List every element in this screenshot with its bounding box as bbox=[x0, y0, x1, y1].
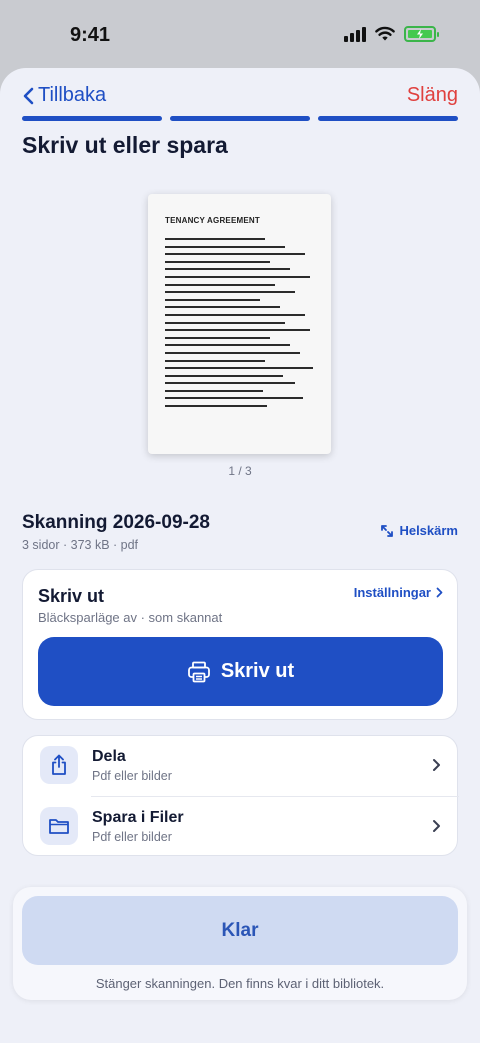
chevron-left-icon bbox=[23, 87, 34, 104]
progress-step bbox=[22, 116, 162, 121]
print-button-label: Skriv ut bbox=[220, 660, 295, 682]
status-icons bbox=[344, 26, 439, 42]
fullscreen-button[interactable]: Helskärm bbox=[380, 523, 458, 538]
step-progress bbox=[22, 116, 458, 121]
print-or-save-sheet: Tillbaka Släng Skriv ut eller spara TENA… bbox=[0, 68, 480, 1043]
nav-bar: Tillbaka Släng bbox=[0, 78, 480, 118]
list-item-share[interactable]: Dela Pdf eller bilder bbox=[23, 736, 459, 796]
print-card: Skriv ut Bläcksparläge av · som skannat … bbox=[22, 569, 458, 720]
charging-bolt-icon bbox=[417, 29, 423, 39]
status-time: 9:41 bbox=[70, 24, 111, 46]
share-save-list: Dela Pdf eller bilder Spara i Filer Pdf … bbox=[22, 735, 459, 856]
discard-button[interactable]: Släng bbox=[407, 84, 458, 107]
page-counter: 1 / 3 bbox=[228, 464, 252, 478]
fullscreen-label: Helskärm bbox=[399, 523, 458, 538]
share-sublabel: Pdf eller bilder bbox=[92, 769, 172, 783]
print-card-subtitle: Bläcksparläge av · som skannat bbox=[38, 610, 223, 625]
share-label: Dela bbox=[92, 748, 126, 765]
done-button[interactable]: Klar bbox=[22, 896, 458, 965]
progress-step bbox=[170, 116, 310, 121]
wifi-icon bbox=[375, 26, 395, 41]
preview-text-lines bbox=[165, 238, 315, 413]
print-button[interactable]: Skriv ut bbox=[38, 637, 443, 706]
folder-icon bbox=[49, 819, 69, 834]
done-hint: Stänger skanningen. Den finns kvar i dit… bbox=[95, 976, 385, 991]
share-icon bbox=[52, 754, 66, 775]
save-to-files-label: Spara i Filer bbox=[92, 809, 184, 826]
share-icon-box bbox=[40, 746, 78, 784]
save-to-files-sublabel: Pdf eller bilder bbox=[92, 830, 172, 844]
status-bar: 9:41 bbox=[0, 0, 480, 70]
print-card-title: Skriv ut bbox=[38, 586, 105, 606]
list-item-save-to-files[interactable]: Spara i Filer Pdf eller bilder bbox=[40, 796, 459, 856]
page-title: Skriv ut eller spara bbox=[22, 132, 228, 158]
battery-icon bbox=[404, 26, 439, 42]
print-settings-button[interactable]: Inställningar bbox=[354, 585, 443, 600]
expand-icon bbox=[381, 524, 394, 537]
cellular-signal-icon bbox=[344, 26, 366, 42]
back-label: Tillbaka bbox=[38, 84, 107, 106]
print-settings-label: Inställningar bbox=[353, 585, 431, 600]
printer-icon bbox=[187, 661, 210, 682]
back-button[interactable]: Tillbaka bbox=[22, 84, 106, 107]
chevron-right-icon bbox=[433, 820, 440, 832]
bottom-panel: Klar Stänger skanningen. Den finns kvar … bbox=[13, 887, 467, 1000]
scan-meta: 3 sidor · 373 kB · pdf bbox=[22, 538, 139, 552]
folder-icon-box bbox=[40, 807, 78, 845]
chevron-right-icon bbox=[433, 759, 440, 771]
chevron-right-icon bbox=[436, 587, 443, 598]
progress-step bbox=[318, 116, 458, 121]
document-preview[interactable]: TENANCY AGREEMENT bbox=[148, 194, 331, 454]
preview-heading: TENANCY AGREEMENT bbox=[165, 216, 260, 225]
scan-name: Skanning 2026-09-28 bbox=[22, 512, 210, 533]
